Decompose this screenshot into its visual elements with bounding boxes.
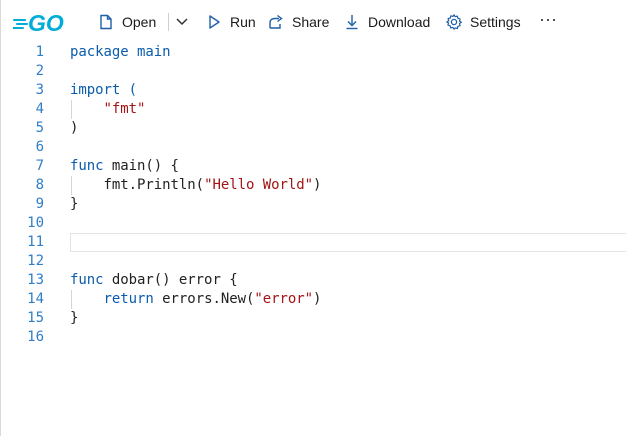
code-text: func main() { <box>70 157 179 176</box>
code-line[interactable]: 13 func dobar() error { <box>1 271 626 290</box>
keyword-token: package main <box>70 44 171 60</box>
share-icon <box>269 14 283 29</box>
code-line[interactable]: 12 <box>1 252 626 271</box>
code-line[interactable]: 15} <box>1 309 626 328</box>
run-button[interactable]: Run <box>205 9 256 35</box>
code-line[interactable]: 8 fmt.Println("Hello World") <box>1 176 626 195</box>
code-line[interactable]: 5) <box>1 119 626 138</box>
code-token: ) <box>313 177 322 193</box>
line-number: 13 <box>27 272 44 288</box>
line-number: 9 <box>35 196 44 212</box>
line-number: 8 <box>35 177 44 193</box>
code-line[interactable]: 2 <box>1 62 626 81</box>
play-icon <box>209 15 220 29</box>
share-label: Share <box>292 14 330 30</box>
go-logo-icon[interactable]: GO <box>13 10 71 34</box>
indent-guide <box>71 100 72 119</box>
toolbar-divider <box>168 13 169 31</box>
code-editor[interactable]: 1 package main 2 3 import (4 "fmt" 5) 6 7 func m… <box>1 43 626 436</box>
code-line[interactable]: 7 func main() { <box>1 157 626 176</box>
code-token: } <box>70 310 79 326</box>
open-label: Open <box>122 14 157 30</box>
code-text: import ( <box>70 81 137 100</box>
code-token: ) <box>70 120 79 136</box>
code-line[interactable]: 11 <box>1 233 626 252</box>
code-line[interactable]: 4 "fmt" <box>1 100 626 119</box>
code-line[interactable]: 1 package main <box>1 43 626 62</box>
line-number: 5 <box>35 120 44 136</box>
keyword-token: func <box>70 158 104 174</box>
line-number: 2 <box>35 63 44 79</box>
indent-guide <box>71 176 72 195</box>
string-token: "Hello World" <box>204 177 313 193</box>
string-token: "fmt" <box>103 101 146 117</box>
open-button[interactable]: Open <box>97 9 156 35</box>
logo-text: GO <box>28 10 64 34</box>
code-text: } <box>70 309 78 328</box>
line-number: 7 <box>35 158 44 174</box>
keyword-token: func <box>70 272 104 288</box>
line-number: 6 <box>35 139 44 155</box>
code-token: } <box>70 196 79 212</box>
code-line[interactable]: 6 <box>1 138 626 157</box>
line-number: 4 <box>35 101 44 117</box>
gear-icon <box>446 14 462 30</box>
code-text: return errors.New("error") <box>70 290 322 309</box>
settings-button[interactable]: Settings <box>445 9 521 35</box>
current-line-highlight <box>70 233 626 252</box>
run-label: Run <box>230 14 256 30</box>
code-token: main() { <box>103 158 179 174</box>
code-text: } <box>70 195 78 214</box>
code-line[interactable]: 10 <box>1 214 626 233</box>
chevron-down-icon[interactable] <box>173 12 191 32</box>
keyword-token: import ( <box>70 82 138 98</box>
string-token: "error" <box>254 291 313 307</box>
download-icon <box>346 15 358 30</box>
line-number: 14 <box>27 291 44 307</box>
line-number: 12 <box>27 253 44 269</box>
line-number: 16 <box>27 329 44 345</box>
settings-label: Settings <box>470 14 521 30</box>
code-line[interactable]: 14 return errors.New("error") <box>1 290 626 309</box>
code-token: ) <box>313 291 322 307</box>
line-number: 10 <box>27 215 44 231</box>
code-text: func dobar() error { <box>70 271 238 290</box>
share-button[interactable]: Share <box>267 9 329 35</box>
code-token: fmt.Println( <box>70 177 205 193</box>
code-line[interactable]: 3 import ( <box>1 81 626 100</box>
code-text: ) <box>70 119 78 138</box>
line-number: 3 <box>35 82 44 98</box>
toolbar: GO Open Run Share Download Settings ··· <box>1 0 626 44</box>
line-number: 15 <box>27 310 44 326</box>
more-icon[interactable]: ··· <box>538 10 558 34</box>
code-text: package main <box>70 43 171 62</box>
keyword-token: return <box>103 291 154 307</box>
code-line[interactable]: 16 <box>1 328 626 347</box>
code-text: fmt.Println("Hello World") <box>70 176 322 195</box>
code-line[interactable]: 9} <box>1 195 626 214</box>
line-number: 1 <box>35 44 44 60</box>
file-icon <box>100 14 112 30</box>
indent-guide <box>71 290 72 309</box>
code-token: errors.New( <box>153 291 255 307</box>
code-text: "fmt" <box>70 100 146 119</box>
code-token: dobar() error { <box>103 272 238 288</box>
download-button[interactable]: Download <box>343 9 430 35</box>
line-number: 11 <box>27 234 44 250</box>
download-label: Download <box>368 14 431 30</box>
